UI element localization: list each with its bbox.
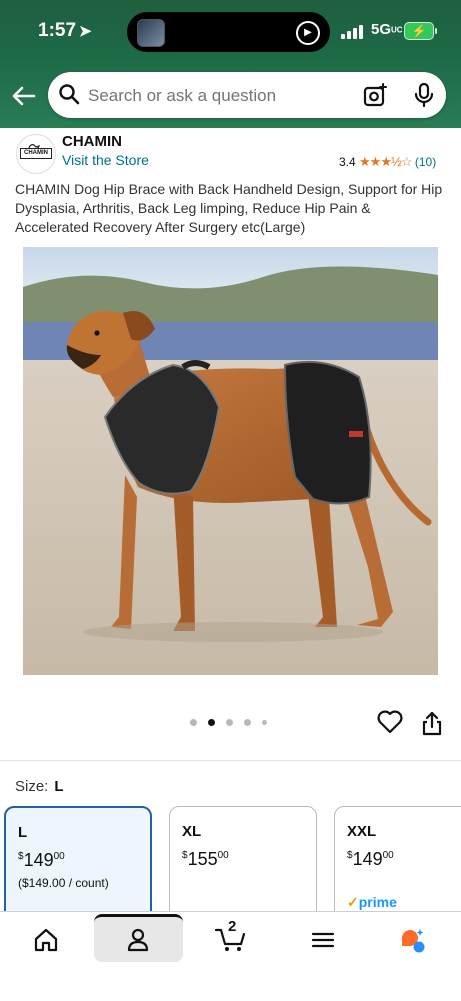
product-title: CHAMIN Dog Hip Brace with Back Handheld …: [15, 181, 443, 235]
dynamic-island[interactable]: ▶: [127, 12, 330, 52]
size-name: XL: [182, 823, 202, 840]
rufus-assistant-icon[interactable]: [398, 926, 426, 954]
location-arrow-icon: ➤: [79, 23, 92, 40]
brand-logo[interactable]: CHAMIN: [16, 134, 56, 174]
size-name: L: [18, 824, 28, 841]
size-name: XXL: [347, 823, 377, 840]
size-option-xxl[interactable]: XXL $14900 ✓prime: [334, 806, 461, 926]
clock-text: 1:57: [38, 20, 77, 41]
brand-logo-text: CHAMIN: [20, 148, 52, 159]
network-suffix: UC: [391, 25, 403, 35]
bottom-navigation: 2: [0, 911, 461, 1001]
currency-symbol: $: [347, 850, 353, 861]
search-bar[interactable]: [48, 72, 446, 118]
visit-store-link[interactable]: Visit the Store: [62, 152, 149, 168]
share-icon[interactable]: [421, 710, 443, 736]
selected-size: L: [54, 778, 64, 795]
microphone-icon[interactable]: [413, 82, 435, 108]
network-type: 5GUC: [371, 21, 403, 38]
size-price: $14900: [18, 850, 65, 871]
cart-count: 2: [228, 918, 237, 935]
currency-symbol: $: [182, 850, 188, 861]
battery-charging-icon: ⚡: [404, 22, 437, 40]
camera-search-icon[interactable]: [362, 82, 388, 108]
prime-check-icon: ✓: [347, 894, 359, 910]
price-whole: 149: [352, 849, 383, 869]
home-icon[interactable]: [32, 926, 60, 954]
search-input[interactable]: [88, 86, 338, 106]
rating-summary[interactable]: 3.4 ★★★½☆ (10): [339, 154, 436, 170]
brand-name: CHAMIN: [62, 133, 122, 150]
unit-price: ($149.00 / count): [18, 876, 109, 890]
price-whole: 155: [187, 849, 218, 869]
network-label: 5G: [371, 21, 392, 38]
size-label-text: Size:: [15, 778, 49, 795]
section-divider: [0, 760, 461, 761]
product-image[interactable]: [23, 247, 438, 675]
menu-icon[interactable]: [309, 926, 337, 954]
price-whole: 149: [23, 850, 54, 870]
currency-symbol: $: [18, 851, 24, 862]
size-price: $14900: [347, 849, 394, 870]
price-fraction: 00: [53, 851, 65, 862]
signal-bars-icon: [341, 25, 365, 39]
prime-label: prime: [358, 894, 397, 910]
size-option-xl[interactable]: XL $15500: [169, 806, 317, 926]
price-fraction: 00: [382, 850, 394, 861]
status-time: 1:57 ➤: [38, 20, 92, 42]
status-bar: 1:57 ➤ ▶ 5GUC ⚡: [0, 0, 461, 62]
price-fraction: 00: [217, 850, 229, 861]
cart-button[interactable]: 2: [214, 918, 250, 954]
size-label: Size: L: [15, 778, 64, 795]
play-icon[interactable]: ▶: [296, 21, 320, 45]
review-count[interactable]: (10): [415, 155, 436, 169]
rating-value: 3.4: [339, 155, 356, 169]
star-rating-icon: ★★★½☆: [359, 154, 412, 169]
heart-icon[interactable]: [377, 710, 403, 734]
search-icon: [59, 84, 80, 105]
size-option-l[interactable]: L $14900 ($149.00 / count): [4, 806, 152, 926]
app-header: 1:57 ➤ ▶ 5GUC ⚡: [0, 0, 461, 128]
account-icon[interactable]: [124, 926, 152, 954]
back-arrow-icon[interactable]: [10, 82, 38, 110]
prime-badge: ✓prime: [347, 894, 397, 911]
now-playing-artwork: [137, 19, 165, 47]
size-price: $15500: [182, 849, 229, 870]
